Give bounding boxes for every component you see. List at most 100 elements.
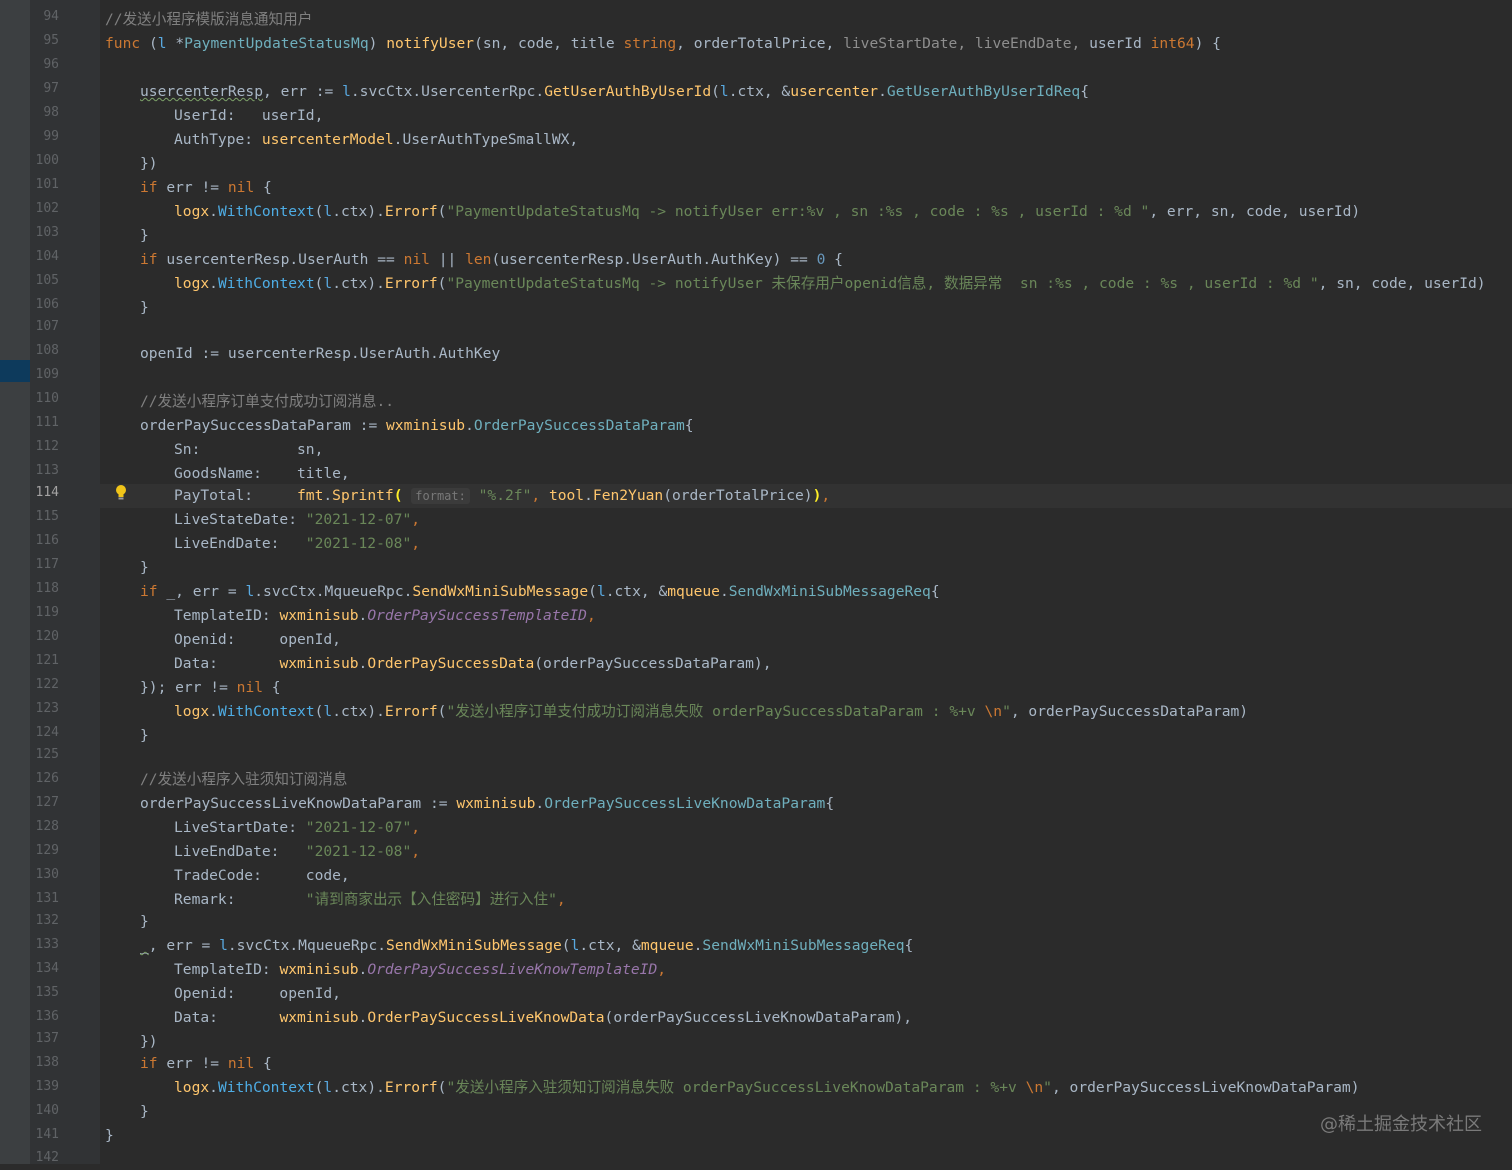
line-number[interactable]: 98 [30, 101, 59, 125]
lightbulb-icon[interactable] [115, 484, 127, 502]
method-call: OrderPaySuccessData [367, 655, 535, 672]
code-line-119[interactable]: TemplateID: wxminisub.OrderPaySuccessTem… [174, 604, 596, 628]
code-text: Openid: openId, [174, 631, 341, 648]
code-line-130[interactable]: TradeCode: code, [174, 864, 350, 888]
code-line-115[interactable]: LiveStateDate: "2021-12-07", [174, 508, 420, 532]
line-number[interactable]: 104 [30, 245, 59, 269]
line-number[interactable]: 132 [30, 909, 59, 933]
line-number[interactable]: 128 [30, 815, 59, 839]
code-line-104[interactable]: if usercenterResp.UserAuth == nil || len… [140, 248, 843, 272]
line-number[interactable]: 139 [30, 1075, 59, 1099]
line-number[interactable]: 106 [30, 293, 59, 317]
line-number[interactable]: 111 [30, 411, 59, 435]
line-number[interactable]: 112 [30, 435, 59, 459]
line-number[interactable]: 131 [30, 887, 59, 911]
line-number[interactable]: 110 [30, 387, 59, 411]
line-number[interactable]: 129 [30, 839, 59, 863]
code-line-101[interactable]: if err != nil { [140, 176, 272, 200]
code-text: AuthType: [174, 131, 262, 148]
code-line-105[interactable]: logx.WithContext(l.ctx).Errorf("PaymentU… [174, 272, 1486, 296]
line-number[interactable]: 103 [30, 221, 59, 245]
line-number[interactable]: 116 [30, 529, 59, 553]
code-line-128[interactable]: LiveStartDate: "2021-12-07", [174, 816, 420, 840]
code-line-134[interactable]: TemplateID: wxminisub.OrderPaySuccessLiv… [174, 958, 666, 982]
code-line-99[interactable]: AuthType: usercenterModel.UserAuthTypeSm… [174, 128, 578, 152]
line-number[interactable]: 121 [30, 649, 59, 673]
line-number[interactable]: 118 [30, 577, 59, 601]
line-number[interactable]: 114 [30, 481, 59, 505]
code-line-133[interactable]: _, err = l.svcCtx.MqueueRpc.SendWxMiniSu… [140, 934, 913, 958]
line-number[interactable]: 141 [30, 1123, 59, 1147]
code-line-110[interactable]: //发送小程序订单支付成功订阅消息.. [140, 390, 394, 414]
line-number[interactable]: 133 [30, 933, 59, 957]
line-number[interactable]: 113 [30, 459, 59, 483]
code-line-106[interactable]: } [140, 296, 149, 320]
code-line-94[interactable]: //发送小程序模版消息通知用户 [105, 8, 312, 32]
code-line-129[interactable]: LiveEndDate: "2021-12-08", [174, 840, 420, 864]
code-line-140[interactable]: } [140, 1100, 149, 1124]
code-line-139[interactable]: logx.WithContext(l.ctx).Errorf("发送小程序入驻须… [174, 1076, 1360, 1100]
line-number[interactable]: 140 [30, 1099, 59, 1123]
line-number[interactable]: 130 [30, 863, 59, 887]
line-number[interactable]: 138 [30, 1051, 59, 1075]
line-number[interactable]: 107 [30, 315, 59, 339]
code-line-116[interactable]: LiveEndDate: "2021-12-08", [174, 532, 420, 556]
code-line-102[interactable]: logx.WithContext(l.ctx).Errorf("PaymentU… [174, 200, 1360, 224]
line-number[interactable]: 117 [30, 553, 59, 577]
code-line-113[interactable]: GoodsName: title, [174, 462, 350, 486]
code-line-132[interactable]: } [140, 910, 149, 934]
line-number[interactable]: 96 [30, 53, 59, 77]
code-text: .ctx). [332, 703, 385, 720]
code-line-122[interactable]: }); err != nil { [140, 676, 281, 700]
code-line-120[interactable]: Openid: openId, [174, 628, 341, 652]
line-number[interactable]: 95 [30, 29, 59, 53]
code-line-98[interactable]: UserId: userId, [174, 104, 323, 128]
code-line-126[interactable]: //发送小程序入驻须知订阅消息 [140, 768, 347, 792]
line-number[interactable]: 101 [30, 173, 59, 197]
line-number[interactable]: 137 [30, 1027, 59, 1051]
line-number[interactable]: 126 [30, 767, 59, 791]
line-number[interactable]: 134 [30, 957, 59, 981]
line-number[interactable]: 122 [30, 673, 59, 697]
line-number[interactable]: 94 [30, 5, 59, 29]
code-line-103[interactable]: } [140, 224, 149, 248]
line-number[interactable]: 123 [30, 697, 59, 721]
line-number[interactable]: 102 [30, 197, 59, 221]
code-line-121[interactable]: Data: wxminisub.OrderPaySuccessData(orde… [174, 652, 771, 676]
code-line-111[interactable]: orderPaySuccessDataParam := wxminisub.Or… [140, 414, 694, 438]
code-line-138[interactable]: if err != nil { [140, 1052, 272, 1076]
code-line-141[interactable]: } [105, 1124, 114, 1148]
line-number[interactable]: 100 [30, 149, 59, 173]
code-line-124[interactable]: } [140, 724, 149, 748]
line-number[interactable]: 135 [30, 981, 59, 1005]
code-line-114[interactable]: PayTotal: fmt.Sprintf( format: "%.2f", t… [174, 484, 830, 508]
line-number[interactable]: 108 [30, 339, 59, 363]
line-number[interactable]: 99 [30, 125, 59, 149]
code-line-100[interactable]: }) [140, 152, 158, 176]
line-number[interactable]: 119 [30, 601, 59, 625]
line-number[interactable]: 105 [30, 269, 59, 293]
line-number[interactable]: 125 [30, 743, 59, 767]
code-line-108[interactable]: openId := usercenterResp.UserAuth.AuthKe… [140, 342, 500, 366]
line-number[interactable]: 127 [30, 791, 59, 815]
line-number[interactable]: 136 [30, 1005, 59, 1029]
code-line-137[interactable]: }) [140, 1030, 158, 1054]
code-line-97[interactable]: usercenterResp, err := l.svcCtx.Usercent… [140, 80, 1089, 104]
string-literal: "请到商家出示【入住密码】进行入住" [305, 891, 557, 908]
line-number[interactable]: 97 [30, 77, 59, 101]
code-line-117[interactable]: } [140, 556, 149, 580]
code-line-136[interactable]: Data: wxminisub.OrderPaySuccessLiveKnowD… [174, 1006, 912, 1030]
code-line-135[interactable]: Openid: openId, [174, 982, 341, 1006]
code-line-112[interactable]: Sn: sn, [174, 438, 323, 462]
line-number[interactable]: 124 [30, 721, 59, 745]
code-line-123[interactable]: logx.WithContext(l.ctx).Errorf("发送小程序订单支… [174, 700, 1248, 724]
line-number[interactable]: 142 [30, 1146, 59, 1170]
line-number[interactable]: 115 [30, 505, 59, 529]
code-line-127[interactable]: orderPaySuccessLiveKnowDataParam := wxmi… [140, 792, 834, 816]
line-number[interactable]: 120 [30, 625, 59, 649]
code-line-131[interactable]: Remark: "请到商家出示【入住密码】进行入住", [174, 888, 566, 912]
code-line-95[interactable]: func (l *PaymentUpdateStatusMq) notifyUs… [105, 32, 1221, 56]
code-text: Data: [174, 1009, 280, 1026]
line-number[interactable]: 109 [30, 363, 59, 387]
code-line-118[interactable]: if _, err = l.svcCtx.MqueueRpc.SendWxMin… [140, 580, 940, 604]
